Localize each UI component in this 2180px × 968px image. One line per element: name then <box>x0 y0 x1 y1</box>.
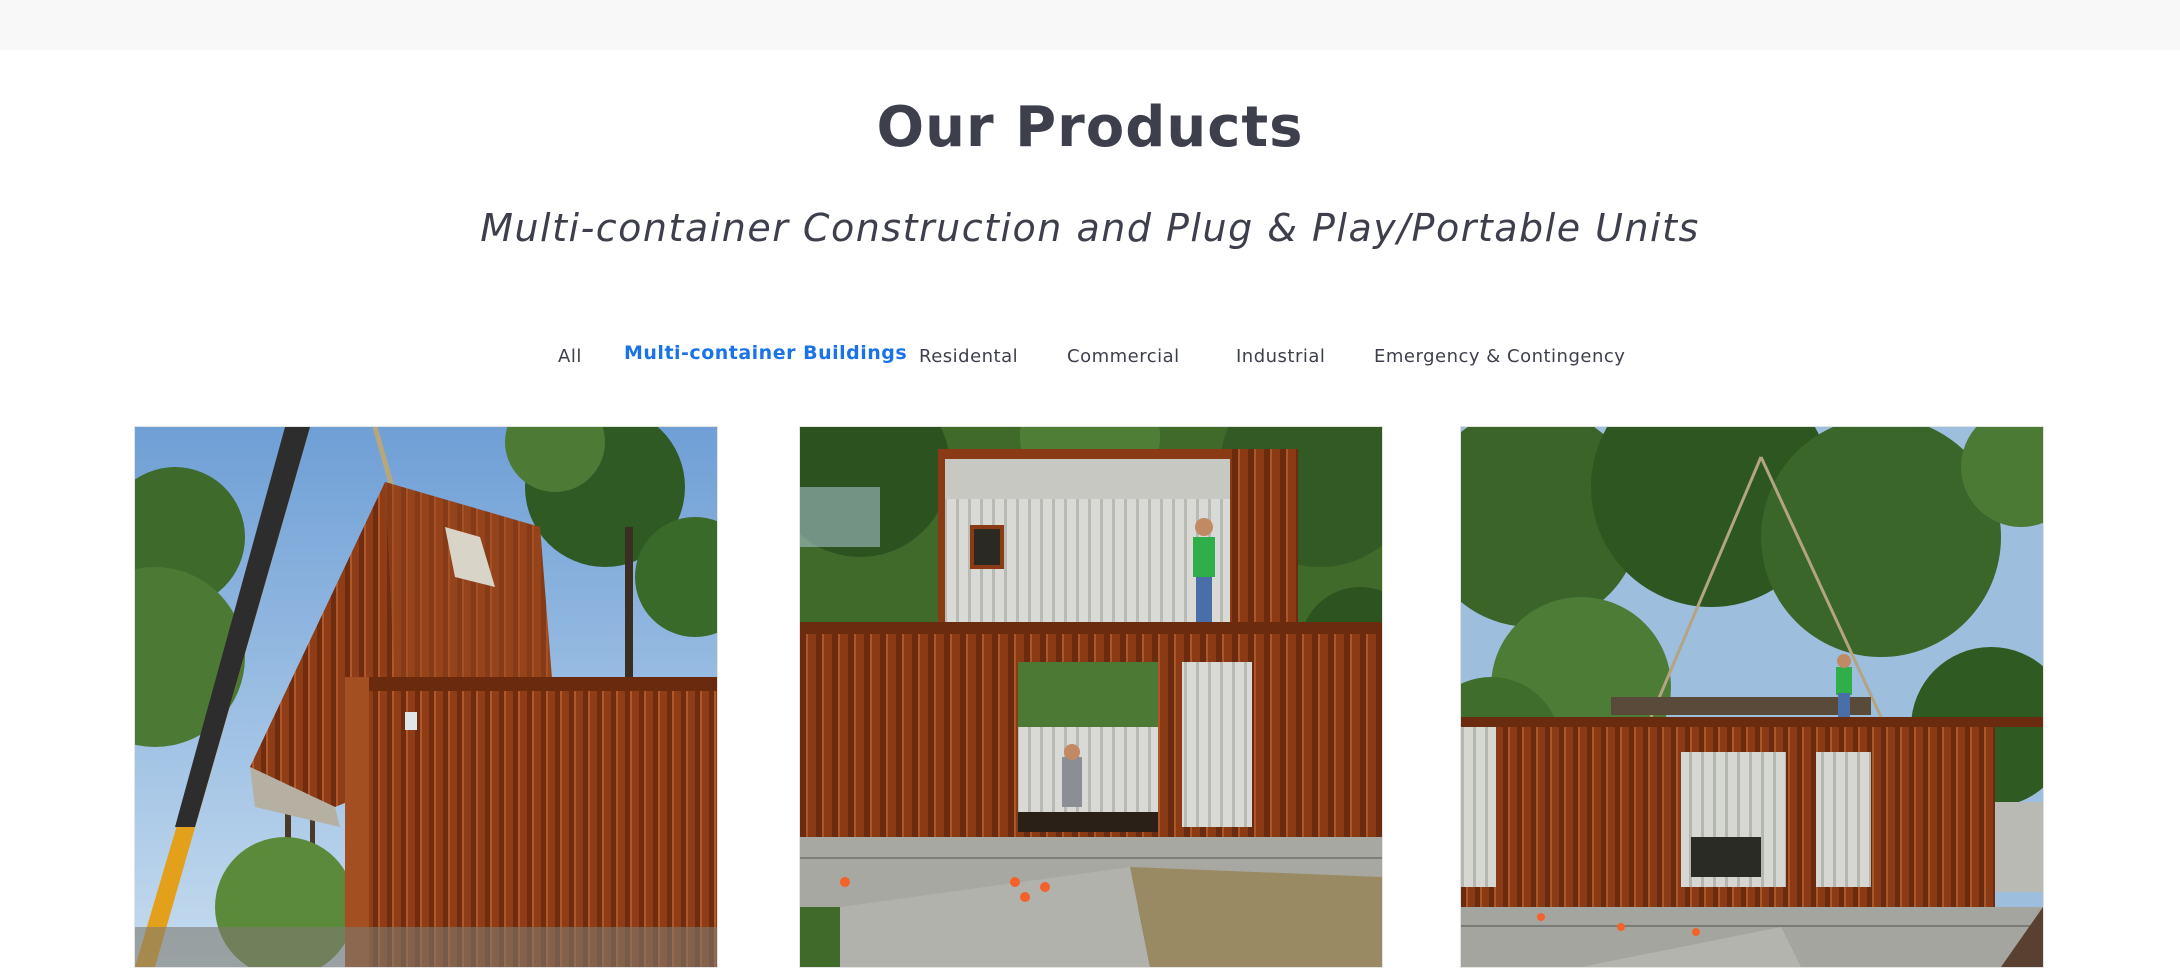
filter-residental[interactable]: Residental <box>919 330 1018 384</box>
gallery-item-3[interactable] <box>1460 426 2044 968</box>
gallery-item-2[interactable] <box>799 426 1383 968</box>
product-photo-1 <box>135 427 717 967</box>
filter-commercial[interactable]: Commercial <box>1067 330 1180 384</box>
portfolio-filter-bar: All Multi-container Buildings Residental… <box>0 330 2180 380</box>
product-photo-2 <box>800 427 1382 967</box>
filter-industrial[interactable]: Industrial <box>1236 330 1325 384</box>
filter-multi-container-buildings[interactable]: Multi-container Buildings <box>624 330 907 376</box>
top-bar <box>0 0 2180 50</box>
gallery-item-1[interactable] <box>134 426 718 968</box>
section-subtitle: Multi-container Construction and Plug & … <box>480 206 1700 250</box>
filter-emergency-contingency[interactable]: Emergency & Contingency <box>1374 330 1625 384</box>
filter-all[interactable]: All <box>558 330 582 384</box>
section-title: Our Products <box>876 95 1304 160</box>
product-photo-3 <box>1461 427 2043 967</box>
